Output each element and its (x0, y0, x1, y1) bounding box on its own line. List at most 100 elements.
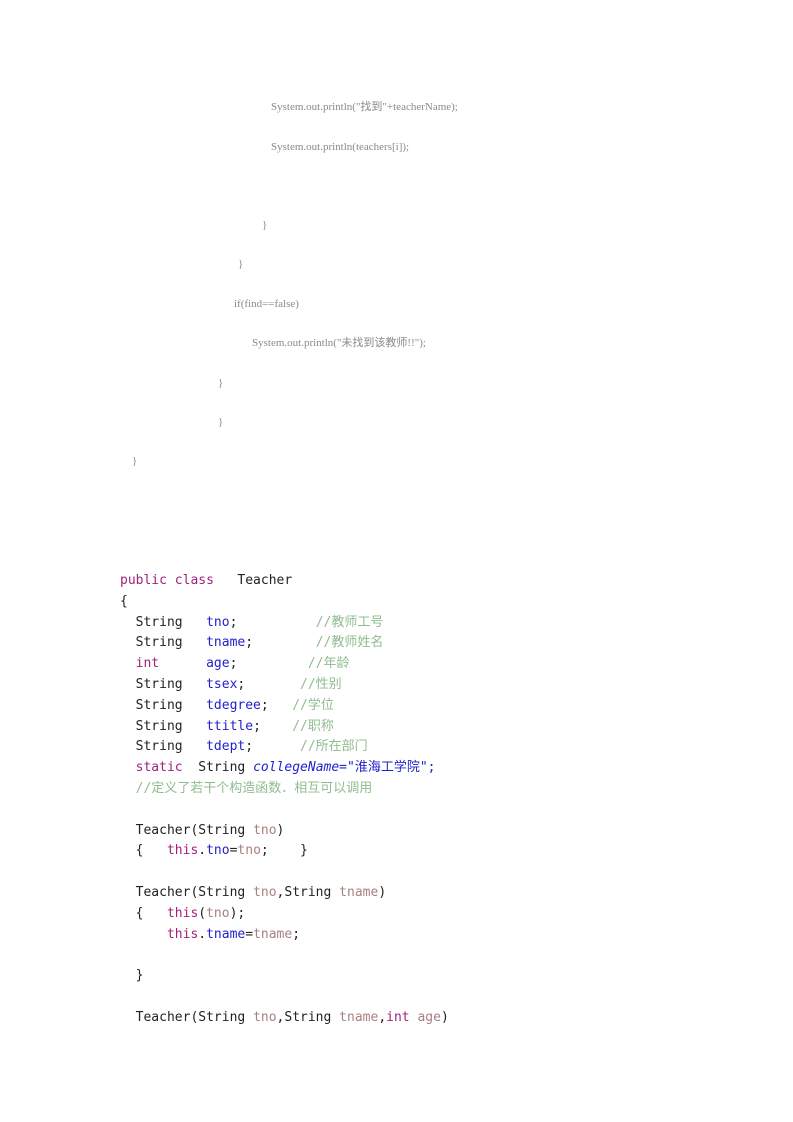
code-line: String tdept; //所在部门 (120, 737, 720, 758)
code-line: { (120, 592, 720, 613)
code-token: age (206, 656, 230, 672)
serif-text-line: System.out.println("找到"+teacherName); (271, 101, 458, 113)
code-token: tno (253, 884, 277, 900)
code-token: tno (206, 905, 230, 921)
code-token: = (245, 926, 254, 942)
code-token: collegeName (253, 760, 340, 776)
code-token: String (120, 718, 207, 734)
code-token: Teacher (213, 573, 293, 588)
code-token: { (120, 843, 167, 859)
serif-text-line: if(find==false) (234, 298, 299, 310)
code-line: this.tname=tname; (120, 925, 720, 946)
serif-text-line: } (262, 219, 268, 231)
code-token: age (417, 1009, 441, 1025)
serif-text-line: } (132, 455, 138, 467)
code-line: Teacher(String tno) (120, 821, 720, 842)
code-line: Teacher(String tno,String tname) (120, 883, 720, 904)
code-token: String (120, 635, 207, 651)
code-token: { (120, 593, 128, 609)
code-token: ,String (276, 1009, 340, 1025)
code-token: static (135, 760, 183, 776)
code-line: public class Teacher (120, 571, 720, 592)
code-token: Teacher(String (120, 1009, 254, 1025)
code-token: { (120, 905, 167, 921)
code-line: String tdegree; //学位 (120, 696, 720, 717)
code-line: String tno; //教师工号 (120, 613, 720, 634)
code-token: //教师工号 (315, 614, 384, 630)
code-token: ); (229, 905, 246, 921)
code-token: String (182, 760, 254, 776)
code-token: //学位 (292, 697, 334, 713)
code-token: tno (253, 822, 277, 838)
code-token: ; (260, 697, 269, 713)
code-token: //职称 (292, 718, 334, 734)
code-token: ; (245, 739, 254, 755)
code-token: tno (206, 843, 230, 859)
code-token: . (198, 926, 207, 942)
code-line: } (120, 966, 720, 987)
code-line: //定义了若干个构造函数．相互可以调用 (120, 779, 720, 800)
code-token: ) (440, 1009, 449, 1025)
code-line: String tname; //教师姓名 (120, 633, 720, 654)
code-token: ; (260, 843, 269, 859)
code-token: tsex (206, 676, 238, 692)
code-token: ttitle (206, 718, 254, 734)
serif-text-line: System.out.println("未找到该教师!!"); (252, 337, 426, 349)
code-token: this (166, 905, 199, 921)
code-token: tno (237, 843, 261, 859)
code-token: } (268, 843, 308, 859)
code-line: String ttitle; //职称 (120, 717, 720, 738)
java-code-block: public class Teacher{ String tno; //教师工号… (120, 571, 720, 1029)
code-token: //性别 (300, 676, 342, 692)
serif-text-line: System.out.println(teachers[i]); (271, 141, 410, 153)
code-token: String (120, 676, 207, 692)
code-token: int (135, 656, 160, 672)
code-token: tname (253, 926, 293, 942)
code-token: tno (206, 614, 230, 630)
code-token: tname (206, 635, 246, 651)
code-token: ) (378, 884, 387, 900)
code-token: ) (276, 822, 285, 838)
code-token: public class (120, 573, 214, 588)
code-token: tname (339, 1009, 379, 1025)
code-line: { this.tno=tno; } (120, 841, 720, 862)
code-line: static String collegeName="淮海工学院"; (120, 758, 720, 779)
code-token: //所在部门 (300, 739, 368, 755)
code-token: . (198, 843, 207, 859)
code-token: String (120, 614, 207, 630)
code-line: String tsex; //性别 (120, 675, 720, 696)
code-line: int age; //年龄 (120, 654, 720, 675)
code-token: ( (198, 905, 207, 921)
code-token: Teacher(String (120, 884, 254, 900)
code-token: tno (253, 1009, 277, 1025)
code-token: ,String (276, 884, 340, 900)
code-token: //年龄 (307, 656, 350, 672)
code-token: tdept (206, 739, 246, 755)
code-token: ; (253, 718, 261, 734)
serif-text-line: } (218, 377, 224, 389)
code-token: this (166, 926, 199, 942)
code-token: ="淮海工学院"; (339, 760, 436, 776)
code-token: ; (292, 926, 301, 942)
code-token: ; (245, 635, 254, 651)
serif-text-line: } (238, 258, 244, 270)
code-token: , (378, 1009, 387, 1025)
code-token: Teacher(String (120, 822, 254, 838)
code-line: { this(tno); (120, 904, 720, 925)
code-token: String (120, 739, 207, 755)
code-line: Teacher(String tno,String tname,int age) (120, 1008, 720, 1029)
